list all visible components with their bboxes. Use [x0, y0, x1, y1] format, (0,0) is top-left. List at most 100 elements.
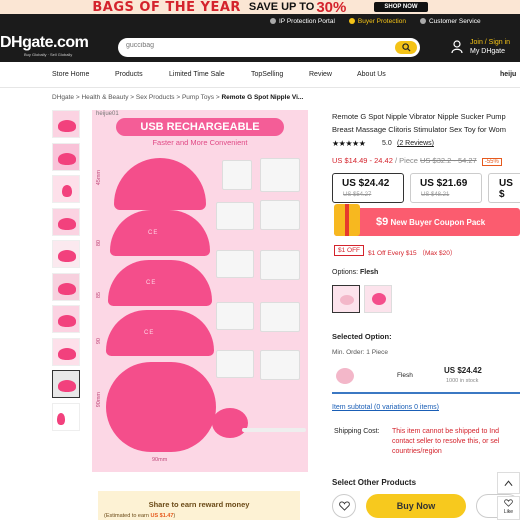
nav-about-us[interactable]: About Us: [357, 71, 386, 78]
shield-icon: [270, 18, 276, 24]
search-icon: [401, 43, 411, 52]
thumbnail[interactable]: [52, 402, 80, 431]
action-bar: Buy Now: [332, 490, 520, 520]
like-label: Like: [503, 509, 514, 515]
logo-tagline: Buy Globally · Sell Globally: [24, 52, 73, 57]
car-charger-image: [260, 200, 300, 230]
price-unit: / Piece: [394, 156, 418, 165]
thumbnail[interactable]: [52, 305, 80, 333]
item-subtotal-link[interactable]: Item subtotal (0 variations 0 items): [332, 404, 439, 411]
store-name[interactable]: heiju: [500, 71, 516, 78]
arrow-up-icon: [504, 480, 513, 487]
rating-stars: ★★★★★: [332, 139, 366, 148]
image-subtitle: Faster and More Convenient: [152, 138, 248, 147]
selected-option-label: Selected Option:: [332, 332, 392, 341]
thumbnail[interactable]: [52, 110, 80, 138]
thumbnail[interactable]: [52, 175, 80, 203]
price-tier-1[interactable]: US $24.42 US $54.27: [332, 173, 404, 203]
thumbnail-image: [58, 380, 76, 392]
buy-now-button[interactable]: Buy Now: [366, 494, 466, 518]
thumbnail[interactable]: [52, 337, 80, 366]
size-label: 80: [96, 240, 102, 247]
shop-now-button[interactable]: SHOP NOW: [374, 2, 428, 12]
search-button[interactable]: [395, 41, 417, 54]
user-icon[interactable]: [451, 40, 463, 54]
headset-icon: [419, 18, 426, 24]
size-label: 85: [96, 292, 102, 299]
min-order: Min. Order: 1 Piece: [332, 349, 388, 356]
search-input[interactable]: [126, 42, 386, 49]
coupon-text: $9 New Buyer Coupon Pack: [376, 216, 486, 228]
original-price-range: US $32.2 - 54.27: [420, 156, 477, 165]
tier-old-price: US $54.27: [343, 192, 372, 198]
reviews-link[interactable]: (2 Reviews): [397, 140, 434, 147]
price-tier-3[interactable]: US $: [488, 173, 520, 203]
breadcrumb-dhgate[interactable]: DHgate: [52, 94, 74, 101]
thumbnail-image: [58, 282, 76, 295]
shipping-label: Shipping Cost:: [334, 428, 380, 435]
shipping-warning: This item cannot be shipped to Ind conta…: [392, 428, 500, 455]
power-bank-image: [216, 302, 254, 330]
gift-icon: [334, 204, 360, 236]
option-image: [336, 368, 354, 384]
thumbnail[interactable]: [52, 240, 80, 268]
banner-headline: BAGS OF THE YEAR: [92, 0, 241, 15]
selected-option-row[interactable]: Flesh US $24.42 1000 in stock: [332, 360, 520, 394]
customer-service-link[interactable]: Customer Service: [419, 18, 481, 25]
buyer-protection-link[interactable]: Buyer Protection: [348, 18, 406, 25]
thumbnail-image: [57, 412, 65, 425]
power-bank-image: [216, 202, 254, 230]
share-reward-box[interactable]: Share to earn reward money (Estimated to…: [98, 491, 300, 520]
product-size-4: CE: [106, 310, 214, 356]
share-title: Share to earn reward money: [148, 500, 250, 509]
nav-top-selling[interactable]: TopSelling: [251, 71, 283, 78]
promo-banner[interactable]: BAGS OF THE YEAR SAVE UP TO 30% SHOP NOW: [0, 0, 520, 16]
shop-watermark: heijue01: [96, 111, 119, 117]
option-price: US $24.42: [444, 366, 482, 375]
product-size-5: [106, 362, 216, 452]
thumbnail[interactable]: [52, 207, 80, 236]
size-label: 90mm: [152, 457, 168, 463]
swatch-image: [340, 295, 354, 305]
tier-price: US $21.69: [420, 178, 468, 189]
thumbnail[interactable]: [52, 272, 80, 301]
wishlist-button[interactable]: [332, 494, 356, 518]
options-label: Options: Flesh: [332, 269, 379, 276]
like-button[interactable]: Like: [497, 496, 520, 520]
price-tier-2[interactable]: US $21.69 US $48.21: [410, 173, 482, 203]
sign-in-link[interactable]: Join / Sign in: [470, 39, 510, 46]
size-label: 90: [96, 338, 102, 345]
scroll-top-button[interactable]: [497, 472, 520, 494]
share-estimate: (Estimated to earn US $1.47): [104, 513, 176, 519]
power-bank-image: [216, 250, 254, 278]
thumbnail-image: [58, 120, 76, 132]
main-product-image[interactable]: heijue01 USB RECHARGEABLE Faster and Mor…: [92, 110, 308, 472]
ip-protection-link[interactable]: IP Protection Portal: [270, 18, 335, 25]
power-bank-image: [216, 350, 254, 378]
price-row: US $14.49 - 24.42 / Piece US $32.2 - 54.…: [332, 156, 502, 166]
heart-icon: [338, 501, 350, 511]
option-swatch-flesh[interactable]: [332, 285, 360, 313]
store-nav: Store Home Products Limited Time Sale To…: [0, 62, 520, 88]
my-dhgate-menu[interactable]: My DHgate: [470, 48, 505, 55]
option-name: Flesh: [397, 372, 413, 379]
select-other-products: Select Other Products: [332, 478, 417, 487]
breadcrumb-sex-products[interactable]: Sex Products: [136, 94, 175, 101]
option-swatch-pink[interactable]: [364, 285, 392, 313]
size-label: 90mm: [96, 392, 102, 408]
nav-limited-time-sale[interactable]: Limited Time Sale: [169, 71, 225, 78]
coupon-banner[interactable]: $9 New Buyer Coupon Pack: [334, 204, 520, 236]
discount-badge: -55%: [481, 158, 502, 166]
laptop-image: [260, 158, 300, 192]
thumbnail-image: [58, 347, 76, 360]
search-bar: [118, 38, 420, 57]
nav-review[interactable]: Review: [309, 71, 332, 78]
breadcrumb-pump-toys[interactable]: Pump Toys: [182, 94, 214, 101]
breadcrumb-health-beauty[interactable]: Health & Beauty: [81, 94, 128, 101]
car-charger-image: [260, 250, 300, 280]
nav-products[interactable]: Products: [115, 71, 143, 78]
dhgate-logo[interactable]: DHgate.com: [0, 34, 89, 52]
thumbnail[interactable]: [52, 142, 80, 171]
nav-store-home[interactable]: Store Home: [52, 71, 89, 78]
thumbnail-selected[interactable]: [52, 370, 80, 398]
